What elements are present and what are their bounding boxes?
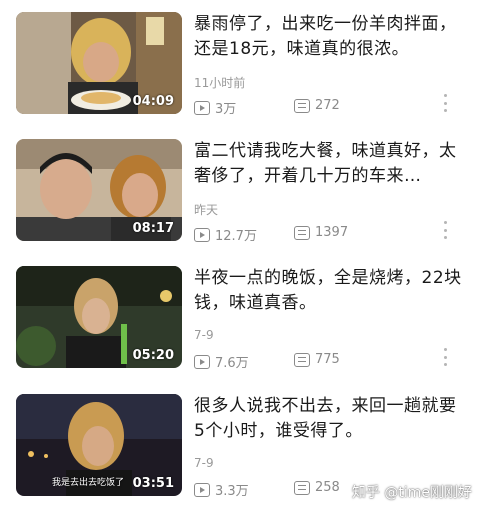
video-thumbnail[interactable]: 08:17 [16, 139, 182, 241]
more-vertical-icon[interactable] [442, 221, 448, 239]
publish-time: 昨天 [194, 203, 219, 217]
comment-count[interactable]: 775 [294, 352, 340, 367]
publish-time: 11小时前 [194, 76, 246, 90]
more-vertical-icon[interactable] [442, 348, 448, 366]
publish-time: 7-9 [194, 328, 214, 342]
video-stats: 3万 272 [194, 98, 464, 118]
comment-count-value: 1397 [315, 225, 349, 240]
video-list: 04:09 暴雨停了，出来吃一份羊肉拌面，还是18元，味道真的很浓。 11小时前… [0, 0, 482, 514]
view-count: 3万 [194, 98, 236, 117]
comment-icon [294, 352, 310, 367]
comment-count[interactable]: 258 [294, 480, 340, 495]
comment-count-value: 258 [315, 480, 340, 495]
video-duration: 08:17 [132, 221, 174, 236]
comment-icon [294, 225, 310, 240]
video-duration: 05:20 [132, 348, 174, 363]
more-vertical-icon[interactable] [442, 94, 448, 112]
view-count: 12.7万 [194, 225, 257, 244]
view-count-value: 3.3万 [215, 484, 249, 499]
video-caption: 我是去出去吃饭了 [52, 478, 125, 488]
video-title[interactable]: 富二代请我吃大餐，味道真好，太奢侈了，开着几十万的车来… [194, 139, 464, 189]
zhihu-watermark: 知乎 @time刚刚好 [351, 485, 472, 501]
video-thumbnail[interactable]: 04:09 [16, 12, 182, 114]
video-thumbnail[interactable]: 我是去出去吃饭了 03:51 [16, 394, 182, 496]
publish-time: 7-9 [194, 456, 214, 470]
comment-count-value: 775 [315, 352, 340, 367]
view-count: 3.3万 [194, 480, 249, 499]
video-stats: 7.6万 775 [194, 352, 464, 372]
video-duration: 03:51 [132, 476, 174, 491]
comment-count[interactable]: 272 [294, 98, 340, 113]
play-count-icon [194, 482, 210, 497]
video-title[interactable]: 暴雨停了，出来吃一份羊肉拌面，还是18元，味道真的很浓。 [194, 12, 464, 62]
video-item[interactable]: 04:09 暴雨停了，出来吃一份羊肉拌面，还是18元，味道真的很浓。 11小时前… [0, 8, 482, 136]
video-title[interactable]: 半夜一点的晚饭，全是烧烤，22块钱，味道真香。 [194, 266, 464, 316]
play-count-icon [194, 100, 210, 115]
video-title[interactable]: 很多人说我不出去，来回一趟就要5个小时，谁受得了。 [194, 394, 464, 444]
video-item[interactable]: 08:17 富二代请我吃大餐，味道真好，太奢侈了，开着几十万的车来… 昨天 12… [0, 135, 482, 263]
comment-icon [294, 98, 310, 113]
view-count: 7.6万 [194, 352, 249, 371]
video-stats: 12.7万 1397 [194, 225, 464, 245]
comment-count-value: 272 [315, 98, 340, 113]
view-count-value: 12.7万 [215, 229, 257, 244]
play-count-icon [194, 354, 210, 369]
view-count-value: 7.6万 [215, 356, 249, 371]
comment-icon [294, 480, 310, 495]
comment-count[interactable]: 1397 [294, 225, 348, 240]
video-duration: 04:09 [132, 94, 174, 109]
video-item[interactable]: 05:20 半夜一点的晚饭，全是烧烤，22块钱，味道真香。 7-9 7.6万 7… [0, 262, 482, 390]
play-count-icon [194, 227, 210, 242]
video-thumbnail[interactable]: 05:20 [16, 266, 182, 368]
view-count-value: 3万 [215, 102, 237, 117]
